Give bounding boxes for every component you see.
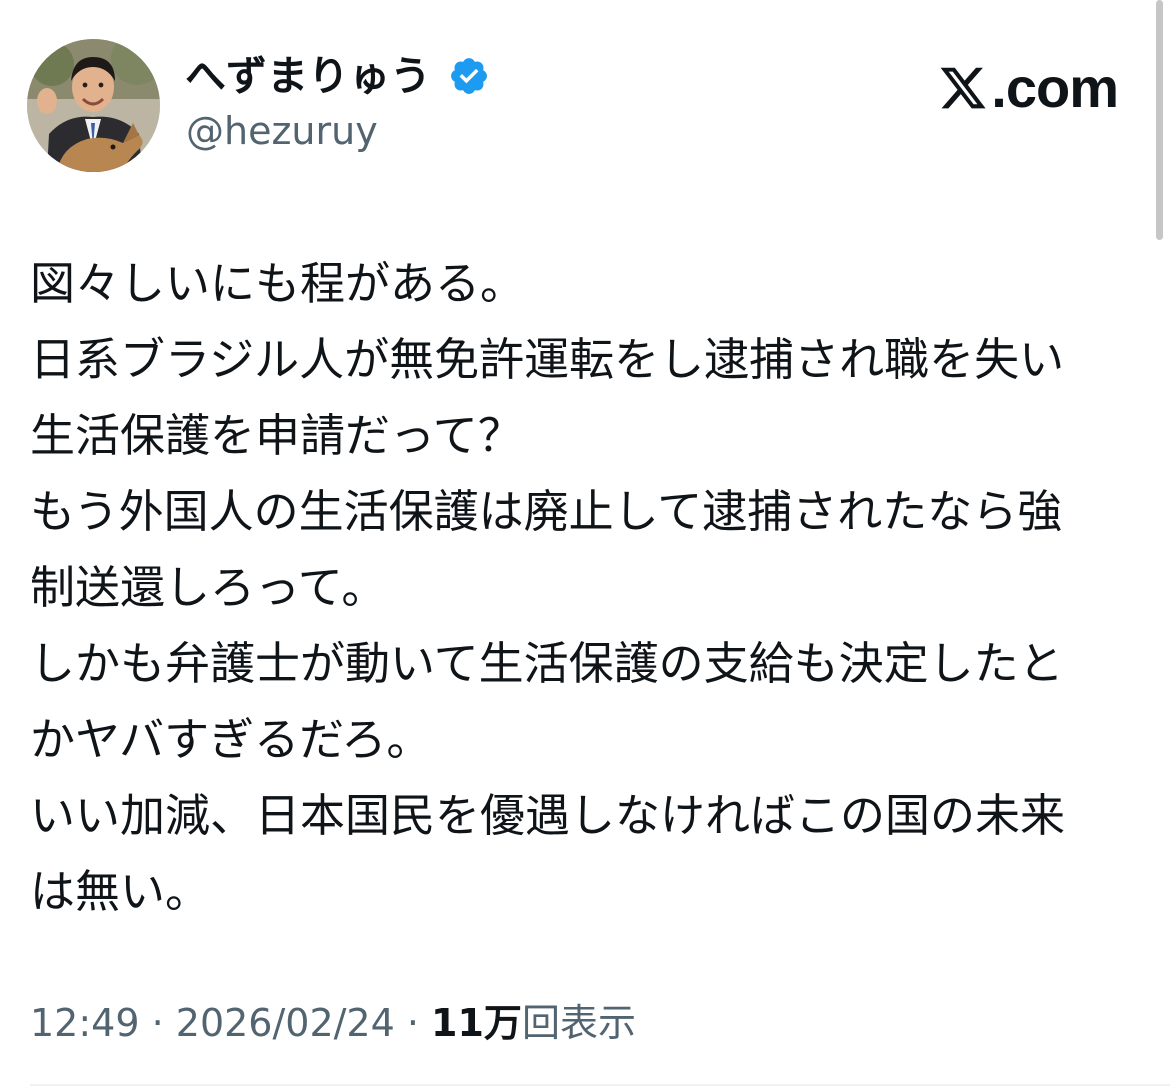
views-count[interactable]: 11万 [431, 1001, 522, 1045]
tweet-date[interactable]: 2026/02/24 [176, 1001, 395, 1045]
display-name[interactable]: へずまりゅう [185, 52, 431, 100]
tweet-line: は無い。 [30, 865, 211, 918]
scroll-indicator[interactable] [1156, 0, 1163, 240]
tweet-text: 図々しいにも程がある。 日系ブラジル人が無免許運転をし逮捕され職を失い 生活保護… [30, 246, 1140, 930]
tweet-meta: 12:49 · 2026/02/24 · 11万回表示 [30, 1000, 636, 1046]
tweet-line: もう外国人の生活保護は廃止して逮捕されたなら強 [30, 485, 1063, 538]
handle[interactable]: @hezuruy [186, 108, 378, 154]
tweet-line: 日系ブラジル人が無免許運転をし逮捕され職を失い [30, 333, 1065, 386]
avatar-photo [27, 39, 160, 172]
x-com-brand: .com [937, 56, 1119, 119]
tweet-line: かヤバすぎるだろ。 [30, 713, 432, 766]
views-label[interactable]: 回表示 [522, 1001, 636, 1045]
x-logo-icon [940, 67, 986, 109]
tweet-line: 生活保護を申請だって？ [30, 409, 523, 462]
verified-badge-icon [451, 58, 487, 94]
tweet-line: いい加減、日本国民を優遇しなければこの国の未来 [30, 789, 1066, 842]
tweet-line: 図々しいにも程がある。 [30, 257, 526, 310]
brand-label: .com [991, 56, 1119, 119]
meta-separator: · [139, 1001, 176, 1045]
divider [30, 1084, 1170, 1086]
meta-separator: · [394, 1001, 432, 1045]
avatar[interactable] [27, 39, 160, 172]
tweet-time[interactable]: 12:49 [30, 1001, 140, 1045]
tweet-line: しかも弁護士が動いて生活保護の支給も決定したと [30, 637, 1064, 690]
tweet-line: 制送還しろって。 [30, 561, 387, 614]
